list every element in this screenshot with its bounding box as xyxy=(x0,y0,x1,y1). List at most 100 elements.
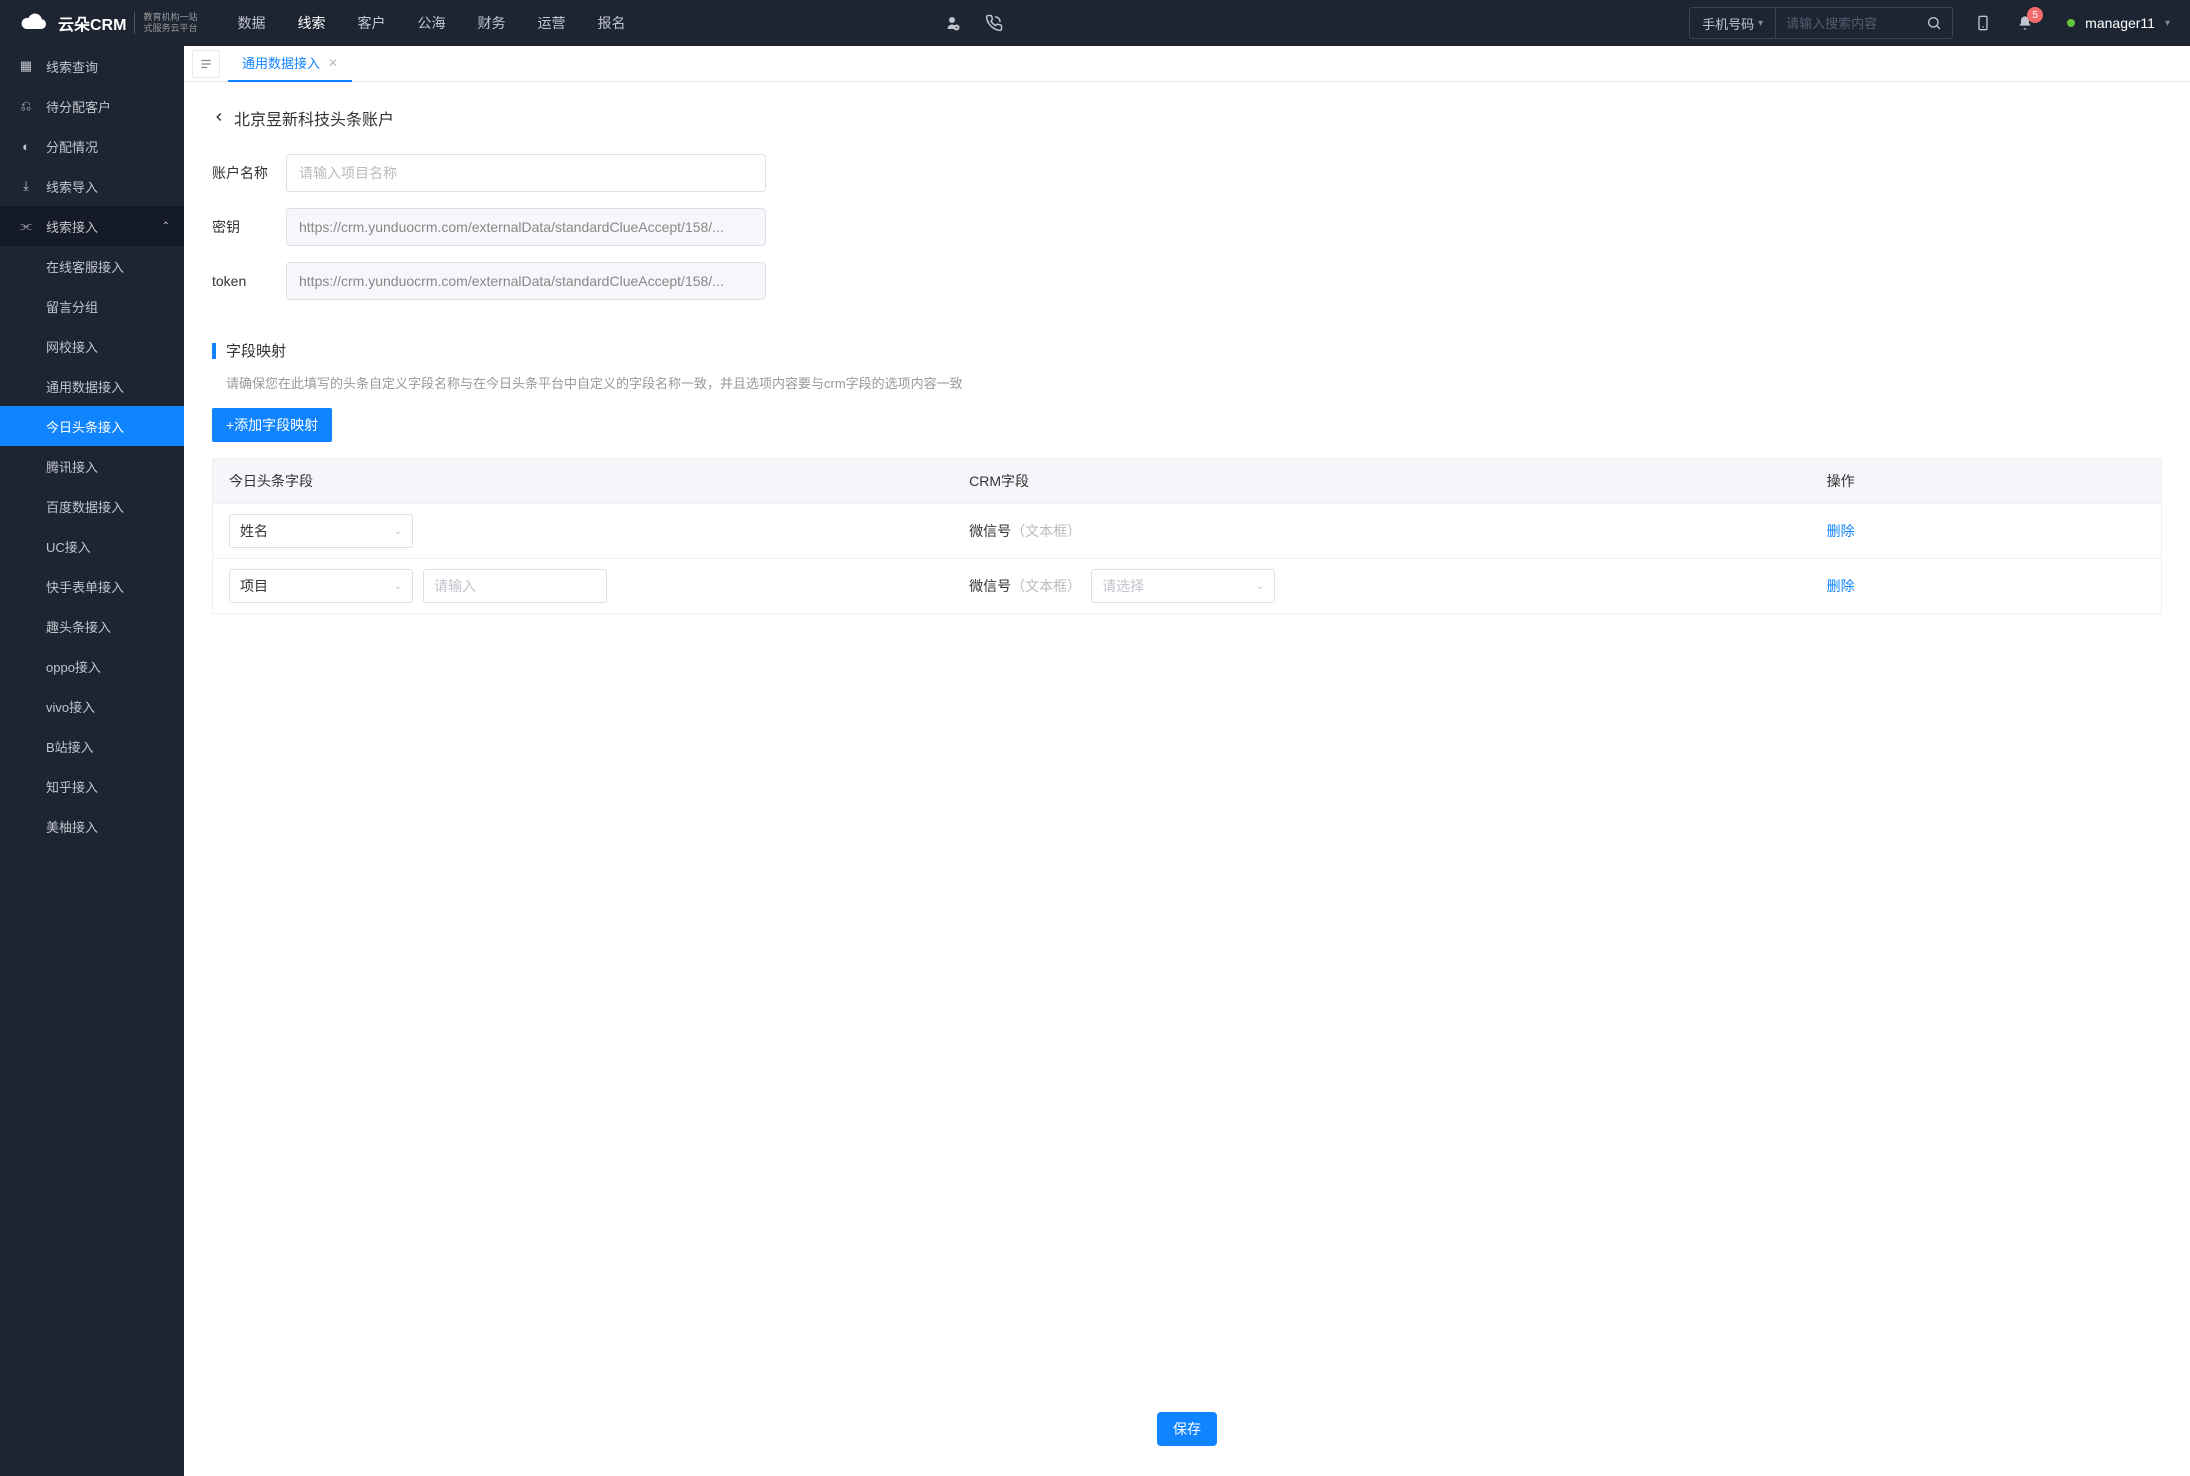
nav-item[interactable]: 财务 xyxy=(477,13,505,33)
mobile-icon[interactable] xyxy=(1973,13,1993,33)
add-field-mapping-button[interactable]: +添加字段映射 xyxy=(212,408,332,442)
token-input[interactable] xyxy=(286,262,766,300)
sidebar-item[interactable]: 通用数据接入 xyxy=(0,366,184,406)
user-icon[interactable] xyxy=(942,13,962,33)
section-hint: 请确保您在此填写的头条自定义字段名称与在今日头条平台中自定义的字段名称一致，并且… xyxy=(212,373,2162,392)
sidebar-item-label: oppo接入 xyxy=(46,657,101,676)
sidebar-item-label: 美柚接入 xyxy=(46,817,98,836)
key-label: 密钥 xyxy=(212,217,286,237)
sidebar-item[interactable]: 今日头条接入 xyxy=(0,406,184,446)
sidebar-item[interactable]: ⎌待分配客户 xyxy=(0,86,184,126)
header: 云朵CRM 教育机构一站式服务云平台 数据线索客户公海财务运营报名 手机号码▾ … xyxy=(0,0,2190,46)
sidebar-item-label: 快手表单接入 xyxy=(46,577,124,596)
toutiao-field-select[interactable]: 姓名⌄ xyxy=(229,514,413,548)
footer: 保存 xyxy=(212,1394,2162,1452)
delete-link[interactable]: 删除 xyxy=(1827,523,1855,539)
section-accent xyxy=(212,343,216,359)
sidebar-item[interactable]: vivo接入 xyxy=(0,686,184,726)
sidebar-item-label: 分配情况 xyxy=(46,137,98,156)
nav-item[interactable]: 客户 xyxy=(357,13,385,33)
sidebar-item-label: 待分配客户 xyxy=(46,97,111,116)
toutiao-field-select[interactable]: 项目⌄ xyxy=(229,569,413,603)
sidebar-item[interactable]: 知乎接入 xyxy=(0,766,184,806)
sidebar-collapse-button[interactable] xyxy=(192,50,220,78)
account-label: 账户名称 xyxy=(212,163,286,183)
sidebar-item[interactable]: ⫘ 线索接入 ⌃ xyxy=(0,206,184,246)
logo[interactable]: 云朵CRM 教育机构一站式服务云平台 xyxy=(20,11,197,35)
field-mapping-table: 今日头条字段 CRM字段 操作 姓名⌄微信号（文本框）删除项目⌄微信号（文本框）… xyxy=(212,458,2162,614)
sidebar-item[interactable]: 快手表单接入 xyxy=(0,566,184,606)
sidebar-item-label: vivo接入 xyxy=(46,697,95,716)
sidebar-item-label: 线索接入 xyxy=(46,217,98,236)
search-input[interactable] xyxy=(1776,16,1916,31)
crm-field-label: 微信号（文本框） xyxy=(969,521,1081,541)
user-menu[interactable]: manager11 ▾ xyxy=(2067,15,2170,31)
sidebar-item-label: 通用数据接入 xyxy=(46,377,124,396)
chevron-up-icon: ⌃ xyxy=(162,221,170,232)
nav-item[interactable]: 报名 xyxy=(597,13,625,33)
sidebar-item[interactable]: ▦ 线索查询 xyxy=(0,46,184,86)
back-icon[interactable] xyxy=(212,110,226,127)
sidebar-item-label: 线索查询 xyxy=(46,57,98,76)
toutiao-extra-input[interactable] xyxy=(423,569,607,603)
sidebar-item[interactable]: 趣头条接入 xyxy=(0,606,184,646)
bell-icon[interactable]: 5 xyxy=(2015,13,2035,33)
delete-link[interactable]: 删除 xyxy=(1827,578,1855,594)
nav-item[interactable]: 运营 xyxy=(537,13,565,33)
sidebar-item[interactable]: ⤓ 线索导入 xyxy=(0,166,184,206)
table-row: 姓名⌄ 微信号（文本框） 删除 xyxy=(213,504,2162,559)
sidebar: ▦ 线索查询 ⎌待分配客户 ◐ 分配情况 ⤓ 线索导入 ⫘ 线索接入 ⌃ 在线客服接入留言分组网校接… xyxy=(0,46,184,1476)
sidebar-item-label: 趣头条接入 xyxy=(46,617,111,636)
phone-icon[interactable] xyxy=(984,13,1004,33)
status-dot xyxy=(2067,19,2075,27)
search-group: 手机号码▾ xyxy=(1689,7,1953,39)
sidebar-item[interactable]: ◐ 分配情况 xyxy=(0,126,184,166)
sidebar-item[interactable]: 网校接入 xyxy=(0,326,184,366)
sidebar-item[interactable]: oppo接入 xyxy=(0,646,184,686)
tab-general-data[interactable]: 通用数据接入 ✕ xyxy=(228,46,352,82)
sidebar-item[interactable]: 在线客服接入 xyxy=(0,246,184,286)
search-type-select[interactable]: 手机号码▾ xyxy=(1690,8,1776,38)
table-header-op: 操作 xyxy=(1811,459,2162,504)
chevron-down-icon: ⌄ xyxy=(1256,581,1264,592)
sidebar-item[interactable]: 腾讯接入 xyxy=(0,446,184,486)
breadcrumb: 北京昱新科技头条账户 xyxy=(212,106,2162,130)
sidebar-item-label: B站接入 xyxy=(46,737,94,756)
save-button[interactable]: 保存 xyxy=(1157,1412,1217,1446)
sidebar-item-label: UC接入 xyxy=(46,537,91,556)
chevron-down-icon: ⌄ xyxy=(394,581,402,592)
sidebar-item-label: 网校接入 xyxy=(46,337,98,356)
content: 北京昱新科技头条账户 账户名称 密钥 token 字段映射 请确保您在此填写的头… xyxy=(184,82,2190,1476)
search-button[interactable] xyxy=(1916,8,1952,38)
close-icon[interactable]: ✕ xyxy=(328,56,338,70)
sidebar-item[interactable]: 百度数据接入 xyxy=(0,486,184,526)
table-header-toutiao: 今日头条字段 xyxy=(213,459,954,504)
account-name-input[interactable] xyxy=(286,154,766,192)
username: manager11 xyxy=(2085,15,2155,31)
crm-option-select[interactable]: 请选择⌄ xyxy=(1091,569,1275,603)
sidebar-item[interactable]: 留言分组 xyxy=(0,286,184,326)
sidebar-item-label: 腾讯接入 xyxy=(46,457,98,476)
sidebar-icon: ⤓ xyxy=(18,178,34,194)
sidebar-item[interactable]: 美柚接入 xyxy=(0,806,184,846)
sidebar-icon: ◐ xyxy=(18,138,34,154)
nav-item[interactable]: 公海 xyxy=(417,13,445,33)
cloud-logo-icon xyxy=(20,11,50,35)
notification-badge: 5 xyxy=(2027,7,2043,23)
logo-text: 云朵CRM xyxy=(58,11,126,35)
sidebar-item-label: 线索导入 xyxy=(46,177,98,196)
nav-item[interactable]: 数据 xyxy=(237,13,265,33)
tab-bar: 通用数据接入 ✕ xyxy=(184,46,2190,82)
sidebar-item-label: 今日头条接入 xyxy=(46,417,124,436)
sidebar-icon: ⫘ xyxy=(18,218,34,234)
key-input[interactable] xyxy=(286,208,766,246)
sidebar-item[interactable]: UC接入 xyxy=(0,526,184,566)
sidebar-icon: ▦ xyxy=(18,58,34,74)
tab-label: 通用数据接入 xyxy=(242,53,320,72)
chevron-down-icon: ▾ xyxy=(2165,18,2170,29)
token-label: token xyxy=(212,273,286,289)
sidebar-item-label: 知乎接入 xyxy=(46,777,98,796)
nav-item[interactable]: 线索 xyxy=(297,13,325,33)
sidebar-item[interactable]: B站接入 xyxy=(0,726,184,766)
table-row: 项目⌄微信号（文本框）请选择⌄删除 xyxy=(213,559,2162,614)
